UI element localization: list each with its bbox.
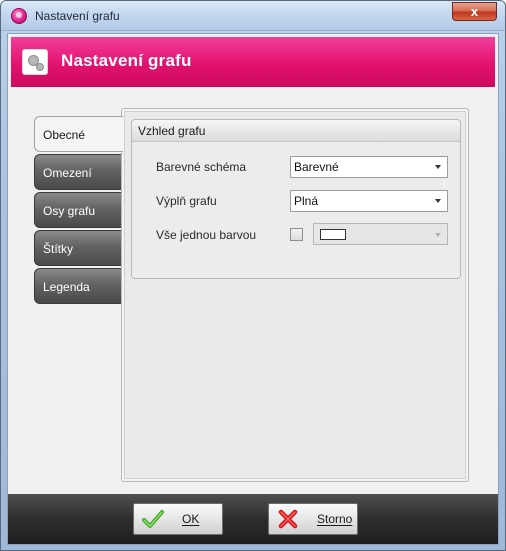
- app-icon: [11, 8, 27, 24]
- tab-osy-grafu[interactable]: Osy grafu: [34, 192, 121, 228]
- dialog-body: Nastavení grafu Obecné Omezení Osy grafu…: [7, 33, 499, 545]
- checkmark-icon: [142, 510, 164, 528]
- tab-page-obecne: Vzhled grafu Barevné schéma Barevné Výpl…: [121, 108, 469, 482]
- color-swatch: [320, 229, 346, 240]
- chevron-down-icon: [435, 165, 441, 169]
- tab-legenda[interactable]: Legenda: [34, 268, 121, 304]
- window-title: Nastavení grafu: [35, 9, 120, 23]
- tab-page-content: Vzhled grafu Barevné schéma Barevné Výpl…: [124, 111, 466, 479]
- header-band: Nastavení grafu: [11, 37, 495, 87]
- chevron-down-icon: [435, 199, 441, 203]
- chevron-down-icon: [435, 233, 441, 237]
- color-scheme-select[interactable]: Barevné: [290, 156, 448, 178]
- ok-label: OK: [182, 512, 200, 526]
- tab-omezeni[interactable]: Omezení: [34, 154, 121, 190]
- close-button[interactable]: x: [452, 2, 497, 21]
- tab-obecne[interactable]: Obecné: [34, 116, 123, 152]
- fill-value: Plná: [294, 194, 319, 208]
- single-color-checkbox[interactable]: [290, 228, 303, 241]
- group-vzhled-grafu: Vzhled grafu Barevné schéma Barevné Výpl…: [131, 119, 461, 279]
- dialog-window: Nastavení grafu x Nastavení grafu Obecné…: [0, 0, 506, 551]
- fill-label: Výplň grafu: [156, 194, 217, 208]
- header-title: Nastavení grafu: [61, 51, 192, 70]
- fill-select[interactable]: Plná: [290, 190, 448, 212]
- single-color-label: Vše jednou barvou: [156, 228, 257, 242]
- group-title: Vzhled grafu: [132, 120, 460, 142]
- cancel-button[interactable]: Storno: [268, 503, 358, 535]
- tab-stitky[interactable]: Štítky: [34, 230, 121, 266]
- color-picker-select[interactable]: [313, 223, 448, 245]
- gears-icon: [22, 49, 48, 75]
- cross-icon: [278, 509, 298, 529]
- ok-button[interactable]: OK: [133, 503, 223, 535]
- title-bar[interactable]: Nastavení grafu x: [1, 1, 505, 31]
- cancel-label: Storno: [317, 512, 353, 526]
- color-scheme-value: Barevné: [294, 160, 339, 174]
- color-scheme-label: Barevné schéma: [156, 160, 247, 174]
- button-bar: OK Storno: [8, 494, 498, 544]
